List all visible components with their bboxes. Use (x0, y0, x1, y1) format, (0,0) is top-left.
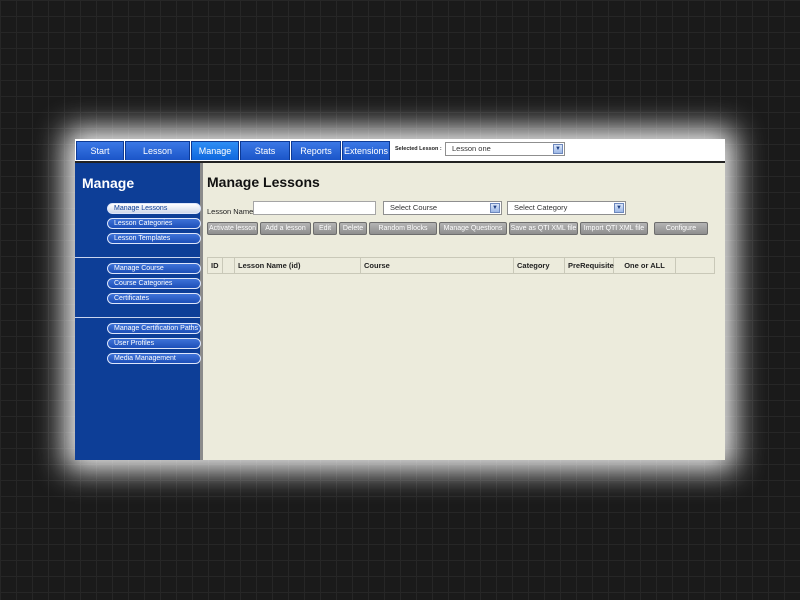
column-header-category[interactable]: Category (514, 258, 565, 273)
sidebar-item-user-profiles[interactable]: User Profiles (107, 338, 201, 349)
random-blocks-button[interactable]: Random Blocks (369, 222, 437, 235)
save-qti-xml-button[interactable]: Save as QTI XML file (509, 222, 578, 235)
page-title: Manage Lessons (207, 174, 320, 190)
configure-button[interactable]: Configure (654, 222, 708, 235)
column-header-select (223, 258, 235, 273)
column-header-one-or-all[interactable]: One or ALL (614, 258, 676, 273)
sidebar-item-manage-course[interactable]: Manage Course (107, 263, 201, 274)
activate-lesson-button[interactable]: Activate lesson (207, 222, 258, 235)
selected-lesson-label: Selected Lesson : (395, 146, 442, 152)
tab-reports[interactable]: Reports (291, 141, 341, 160)
sidebar-title: Manage (82, 175, 135, 191)
course-select-value: Select Course (390, 203, 438, 212)
lesson-name-input[interactable] (253, 201, 376, 215)
sidebar-item-certificates[interactable]: Certificates (107, 293, 201, 304)
sidebar-item-lesson-categories[interactable]: Lesson Categories (107, 218, 201, 229)
column-header-id[interactable]: ID (208, 258, 223, 273)
course-select[interactable]: Select Course ▼ (383, 201, 502, 215)
tab-extensions[interactable]: Extensions (342, 141, 390, 160)
column-header-lesson-name[interactable]: Lesson Name (id) (235, 258, 361, 273)
column-header-prerequisite[interactable]: PreRequisite (565, 258, 614, 273)
sidebar-divider (75, 257, 200, 258)
sidebar-item-manage-lessons[interactable]: Manage Lessons (107, 203, 201, 214)
sidebar-item-media-management[interactable]: Media Management (107, 353, 201, 364)
add-lesson-button[interactable]: Add a lesson (260, 222, 311, 235)
delete-button[interactable]: Delete (339, 222, 367, 235)
chevron-down-icon: ▼ (490, 203, 500, 213)
tab-manage[interactable]: Manage (191, 141, 239, 160)
chevron-down-icon: ▼ (553, 144, 563, 154)
sidebar-divider (75, 317, 200, 318)
sidebar-item-course-categories[interactable]: Course Categories (107, 278, 201, 289)
tab-lesson-content[interactable]: Lesson Content (125, 141, 190, 175)
selected-lesson-value: Lesson one (452, 144, 491, 153)
sidebar-item-lesson-templates[interactable]: Lesson Templates (107, 233, 201, 244)
tab-stats[interactable]: Stats (240, 141, 290, 160)
column-header-extra (676, 258, 714, 273)
lessons-table-header: ID Lesson Name (id) Course Category PreR… (207, 257, 715, 274)
chevron-down-icon: ▼ (614, 203, 624, 213)
category-select-value: Select Category (514, 203, 568, 212)
selected-lesson-select[interactable]: Lesson one ▼ (445, 142, 565, 156)
import-qti-xml-button[interactable]: Import QTI XML file (580, 222, 648, 235)
column-header-course[interactable]: Course (361, 258, 514, 273)
edit-button[interactable]: Edit (313, 222, 337, 235)
category-select[interactable]: Select Category ▼ (507, 201, 626, 215)
tab-start[interactable]: Start (76, 141, 124, 160)
main-content: Manage Lessons Lesson Name Select Course… (203, 163, 725, 460)
sidebar: Manage Manage Lessons Lesson Categories … (75, 163, 203, 460)
lesson-name-label: Lesson Name (207, 207, 254, 216)
app-window: Start Lesson Content Manage Stats Report… (75, 139, 725, 460)
top-nav-bar: Start Lesson Content Manage Stats Report… (75, 139, 725, 175)
sidebar-item-manage-certification-paths[interactable]: Manage Certification Paths (107, 323, 201, 334)
manage-questions-button[interactable]: Manage Questions (439, 222, 507, 235)
